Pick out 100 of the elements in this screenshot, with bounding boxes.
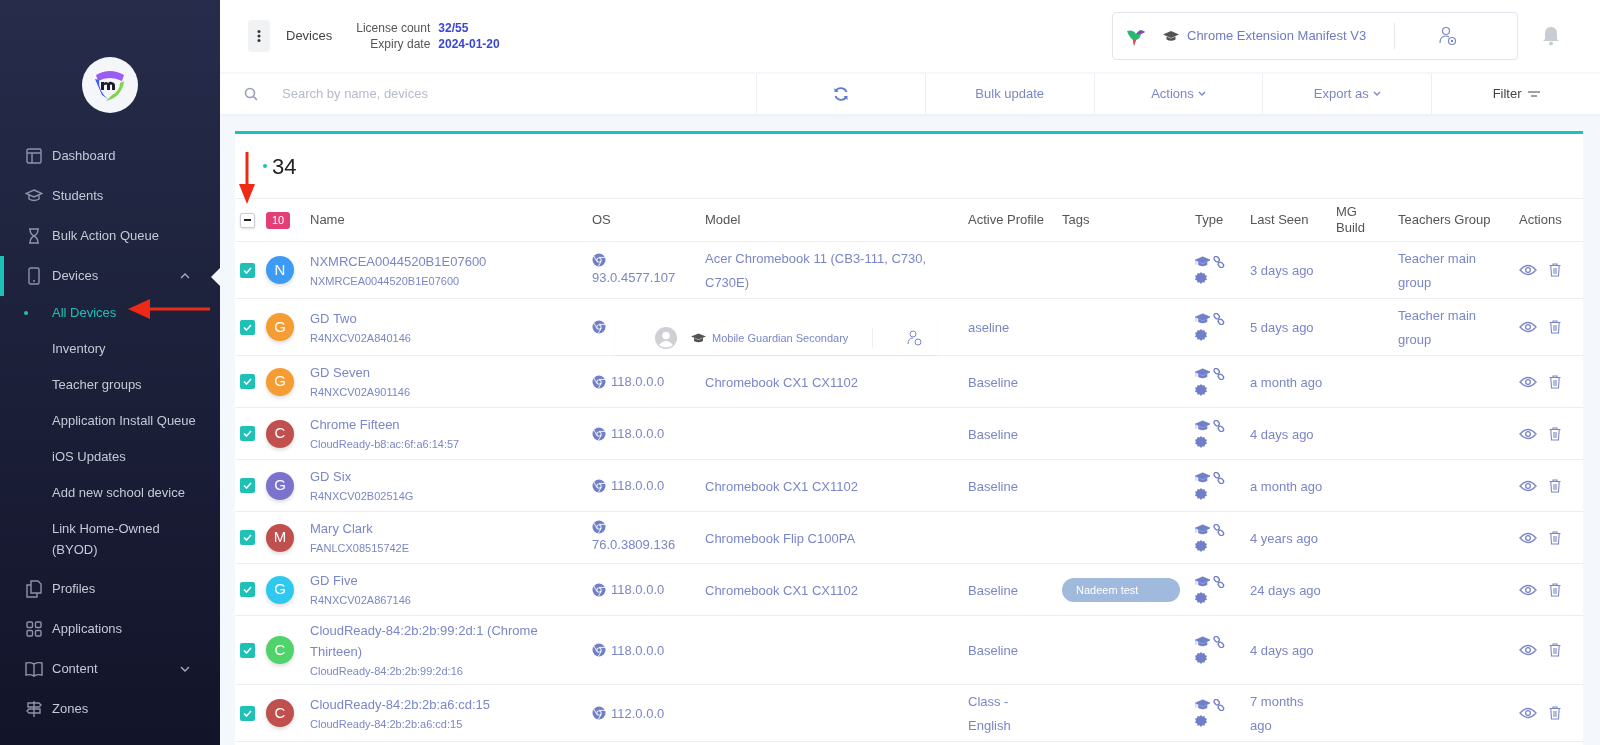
sidebar-item[interactable]: Content xyxy=(0,649,220,689)
device-name[interactable]: GD Two xyxy=(310,307,584,329)
column-header[interactable]: Teachers Group xyxy=(1398,212,1519,228)
view-icon[interactable] xyxy=(1519,479,1537,492)
column-header[interactable]: MG Build xyxy=(1336,204,1370,236)
trash-icon[interactable] xyxy=(1549,320,1561,334)
sidebar-item[interactable]: Bulk Action Queue xyxy=(0,216,220,256)
last-seen: 4 days ago xyxy=(1250,643,1314,658)
view-icon[interactable] xyxy=(1519,375,1537,388)
search-field[interactable]: Search by name, devices xyxy=(282,84,756,104)
view-icon[interactable] xyxy=(1519,321,1537,333)
trash-icon[interactable] xyxy=(1549,706,1561,720)
sidebar-item[interactable]: Applications xyxy=(0,609,220,649)
sidebar-subitem[interactable]: iOS Updates xyxy=(0,437,220,476)
trash-icon[interactable] xyxy=(1549,263,1561,277)
trash-icon[interactable] xyxy=(1549,643,1561,657)
sidebar-subitem[interactable]: Add new school device xyxy=(0,473,220,512)
column-header[interactable]: OS xyxy=(592,212,705,228)
column-header[interactable]: Model xyxy=(705,212,968,228)
toolbar-button[interactable]: Filter xyxy=(1431,74,1600,114)
book-icon xyxy=(25,661,43,677)
sidebar-subitem[interactable]: Inventory xyxy=(0,329,220,368)
toolbar-button[interactable]: Export as xyxy=(1262,74,1432,114)
last-seen: 4 years ago xyxy=(1250,530,1318,546)
trash-icon[interactable] xyxy=(1549,374,1561,389)
browser-logo-icon xyxy=(592,582,606,597)
graduation-cap-icon xyxy=(25,188,43,204)
row-checkbox[interactable] xyxy=(240,582,255,597)
serial-number: R4NXCV02A840146 xyxy=(310,330,412,346)
row-checkbox[interactable] xyxy=(240,374,255,389)
selection-pointer xyxy=(211,268,220,286)
tag: Nadeem test xyxy=(1062,577,1180,602)
sidebar-item[interactable]: Zones xyxy=(0,689,220,729)
view-icon[interactable] xyxy=(1519,707,1537,719)
device-name[interactable]: CloudReady-84:2b:2b:a6:cd:15 xyxy=(310,693,584,715)
sidebar-subitem[interactable]: All Devices xyxy=(0,293,220,332)
sidebar-item[interactable]: Dashboard xyxy=(0,136,220,176)
row-checkbox[interactable] xyxy=(240,319,255,335)
toolbar-button[interactable]: Actions xyxy=(1093,74,1263,114)
graduation-cap-icon xyxy=(1195,367,1211,379)
column-header[interactable]: Tags xyxy=(1062,212,1195,228)
menu-button[interactable] xyxy=(248,20,270,52)
view-icon[interactable] xyxy=(1519,427,1537,440)
active-profile: Class - English xyxy=(968,694,1011,733)
sidebar-item[interactable]: Profiles xyxy=(0,569,220,609)
profile-selector[interactable]: Chrome Extension Manifest V3 xyxy=(1112,12,1518,60)
column-header[interactable]: Name xyxy=(310,212,592,228)
column-header[interactable]: Type xyxy=(1195,212,1250,228)
row-checkbox[interactable] xyxy=(240,478,255,493)
device-name[interactable]: GD Five xyxy=(310,570,584,591)
toolbar-button[interactable]: Bulk update xyxy=(924,74,1094,114)
os-version: 118.0.0.0 xyxy=(611,425,665,443)
device-name[interactable]: Mary Clark xyxy=(310,518,584,539)
avatar: G xyxy=(266,471,294,500)
model-name: Chromebook CX1 CX1102 xyxy=(705,374,858,390)
trash-icon[interactable] xyxy=(1549,478,1561,493)
view-icon[interactable] xyxy=(1519,264,1537,276)
last-seen: 24 days ago xyxy=(1250,582,1321,598)
column-header[interactable]: Active Profile xyxy=(968,212,1062,228)
expiry-date: 2024-01-20 xyxy=(438,36,500,52)
serial-number: CloudReady-84:2b:2b:99:2d:16 xyxy=(310,664,464,679)
license-count-label: License count xyxy=(356,20,431,36)
link-icon xyxy=(1213,523,1225,536)
device-name[interactable]: GD Seven xyxy=(310,362,584,383)
user-settings-icon xyxy=(907,330,924,346)
trash-icon[interactable] xyxy=(1549,582,1561,597)
row-checkbox[interactable] xyxy=(240,262,255,278)
device-name[interactable]: GD Six xyxy=(310,466,584,487)
browser-logo-icon xyxy=(592,426,606,441)
page-title: Devices xyxy=(286,27,333,46)
selected-count-badge: 10 xyxy=(266,212,291,230)
sidebar-item[interactable]: Devices xyxy=(0,256,220,296)
device-name[interactable]: Chrome Fifteen xyxy=(310,414,584,435)
sidebar-subitem[interactable]: Link Home-Owned (BYOD) xyxy=(0,509,220,569)
avatar: N xyxy=(266,256,294,284)
select-all-checkbox[interactable] xyxy=(240,212,255,228)
chevron-down-icon xyxy=(1372,91,1381,97)
view-icon[interactable] xyxy=(1519,644,1537,656)
sidebar-subitem[interactable]: Teacher groups xyxy=(0,365,220,404)
row-checkbox[interactable] xyxy=(240,530,255,545)
active-profile: Baseline xyxy=(968,478,1018,494)
active-profile: aseline xyxy=(968,320,1010,335)
column-header[interactable]: Last Seen xyxy=(1250,212,1336,228)
checkmark-icon xyxy=(243,482,252,489)
active-profile: Baseline xyxy=(968,643,1018,658)
device-name[interactable]: NXMRCEA0044520B1E07600 xyxy=(310,250,584,272)
row-checkbox[interactable] xyxy=(240,642,255,658)
sidebar-subitem[interactable]: Application Install Queue xyxy=(0,401,220,440)
device-name[interactable]: CloudReady-84:2b:2b:99:2d:1 (Chrome Thirteen) xyxy=(310,620,584,662)
view-icon[interactable] xyxy=(1519,531,1537,544)
row-checkbox[interactable] xyxy=(240,426,255,441)
link-icon xyxy=(1213,636,1225,648)
sidebar-item[interactable]: Students xyxy=(0,176,220,216)
trash-icon[interactable] xyxy=(1549,530,1561,545)
profile-name: Chrome Extension Manifest V3 xyxy=(1187,27,1367,46)
trash-icon[interactable] xyxy=(1549,426,1561,441)
search-icon xyxy=(244,87,258,101)
row-checkbox[interactable] xyxy=(240,705,255,721)
view-icon[interactable] xyxy=(1519,583,1537,596)
column-header[interactable]: Actions xyxy=(1519,212,1583,228)
